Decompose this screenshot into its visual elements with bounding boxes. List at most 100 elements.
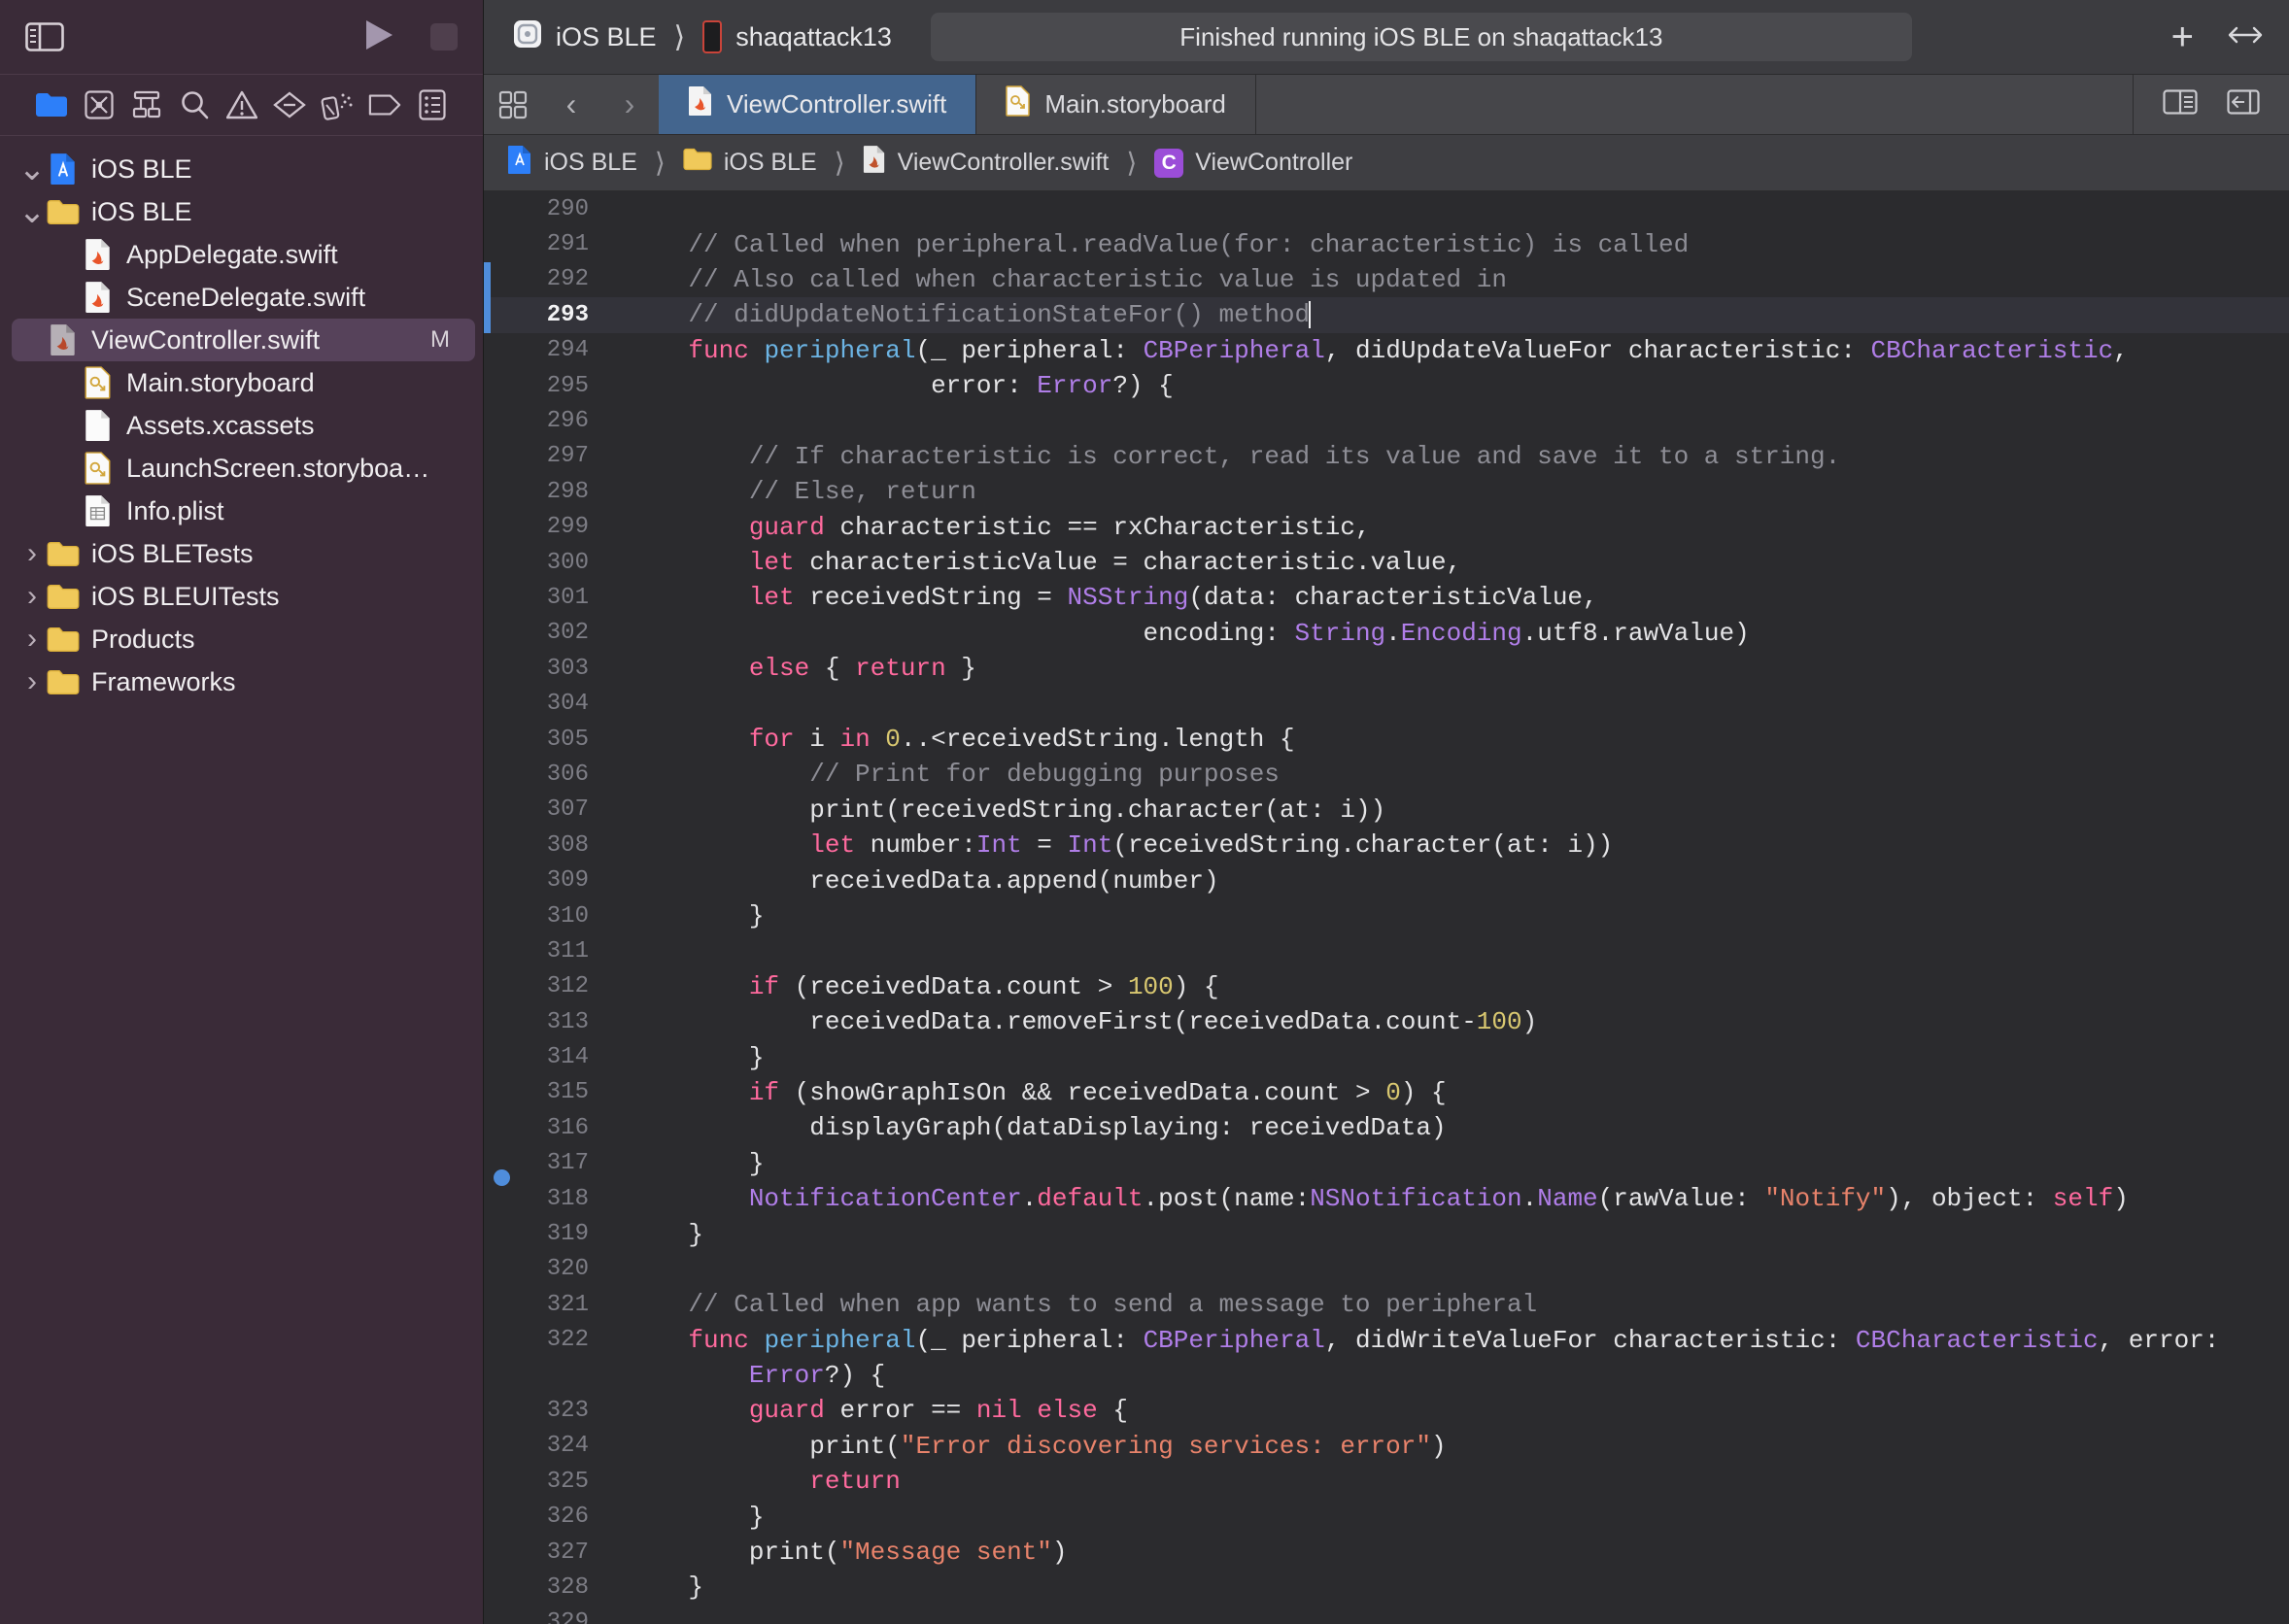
editor-layout-icon[interactable] bbox=[2227, 22, 2264, 52]
navigator-row[interactable]: Assets.xcassets bbox=[0, 404, 483, 447]
breadcrumb[interactable]: iOS BLE ⟩ iOS BLE ⟩ ViewController.swift… bbox=[484, 135, 2289, 191]
code-line[interactable]: 301 let receivedString = NSString(data: … bbox=[484, 580, 2289, 615]
assistant-editor-icon[interactable] bbox=[2163, 88, 2198, 120]
code-line-text: if (receivedData.count > 100) { bbox=[748, 971, 1219, 1001]
code-line[interactable]: 322 func peripheral(_ peripheral: CBPeri… bbox=[484, 1323, 2289, 1358]
code-line[interactable]: 298 // Else, return bbox=[484, 474, 2289, 509]
code-line[interactable]: 307 print(receivedString.character(at: i… bbox=[484, 793, 2289, 828]
code-line[interactable]: 291 // Called when peripheral.readValue(… bbox=[484, 226, 2289, 261]
tab-grid-icon[interactable] bbox=[484, 75, 542, 134]
breadcrumb-item-1[interactable]: iOS BLE bbox=[724, 149, 817, 177]
search-icon[interactable] bbox=[178, 88, 211, 121]
chevron-down-icon[interactable]: ⌄ bbox=[17, 152, 47, 186]
code-line[interactable]: 305 for i in 0..<receivedString.length { bbox=[484, 722, 2289, 757]
line-number: 323 bbox=[546, 1397, 589, 1424]
tab-viewcontroller-swift[interactable]: ViewController.swift bbox=[659, 75, 977, 134]
line-number: 327 bbox=[546, 1539, 589, 1566]
code-line[interactable]: 306 // Print for debugging purposes bbox=[484, 757, 2289, 792]
project-navigator-tree[interactable]: ⌄ iOS BLE ⌄ iOS BLE AppDelegate.swift SceneDe… bbox=[0, 136, 483, 1624]
chevron-right-icon[interactable]: › bbox=[17, 623, 47, 656]
chevron-right-icon[interactable]: › bbox=[600, 75, 659, 134]
code-line[interactable]: 327 print("Message sent") bbox=[484, 1535, 2289, 1570]
code-editor[interactable]: 290 291 // Called when peripheral.readVal… bbox=[484, 191, 2289, 1624]
code-line[interactable]: 316 displayGraph(dataDisplaying: receive… bbox=[484, 1110, 2289, 1145]
source-control-icon[interactable] bbox=[83, 88, 116, 121]
code-line[interactable]: 302 encoding: String.Encoding.utf8.rawVa… bbox=[484, 616, 2289, 651]
code-line[interactable]: Error?) { bbox=[484, 1358, 2289, 1393]
navigator-row[interactable]: SceneDelegate.swift bbox=[0, 276, 483, 319]
chevron-right-icon[interactable]: › bbox=[17, 665, 47, 698]
stop-square-icon[interactable] bbox=[430, 23, 458, 51]
code-line[interactable]: 296 bbox=[484, 403, 2289, 438]
line-number: 312 bbox=[546, 973, 589, 1000]
navigator-row[interactable]: Info.plist bbox=[0, 490, 483, 532]
code-line[interactable]: 320 bbox=[484, 1252, 2289, 1287]
code-line[interactable]: 318 NotificationCenter.default.post(name… bbox=[484, 1181, 2289, 1216]
code-line-text: func peripheral(_ peripheral: CBPeripher… bbox=[688, 335, 2129, 365]
breadcrumb-item-0[interactable]: iOS BLE bbox=[544, 149, 637, 177]
plus-icon[interactable]: + bbox=[2171, 17, 2194, 56]
breadcrumb-swift-file-icon bbox=[863, 145, 886, 181]
tag-icon[interactable] bbox=[368, 88, 401, 121]
code-line[interactable]: 308 let number:Int = Int(receivedString.… bbox=[484, 828, 2289, 863]
navigator-row[interactable]: ⌄ iOS BLE bbox=[0, 148, 483, 190]
navigator-row[interactable]: › Frameworks bbox=[0, 660, 483, 703]
code-line[interactable]: 326 } bbox=[484, 1499, 2289, 1534]
navigator-row[interactable]: Main.storyboard bbox=[0, 361, 483, 404]
navigator-row[interactable]: LaunchScreen.storyboa… bbox=[0, 447, 483, 490]
hierarchy-icon[interactable] bbox=[130, 88, 163, 121]
code-line[interactable]: 310 } bbox=[484, 898, 2289, 933]
navigator-row[interactable]: › Products bbox=[0, 618, 483, 660]
code-line[interactable]: 323 guard error == nil else { bbox=[484, 1393, 2289, 1428]
status-bar[interactable]: Finished running iOS BLE on shaqattack13 bbox=[930, 13, 1912, 61]
code-line[interactable]: 303 else { return } bbox=[484, 651, 2289, 686]
diamond-minus-icon[interactable] bbox=[272, 88, 306, 121]
navigator-row[interactable]: › iOS BLEUITests bbox=[0, 575, 483, 618]
code-line[interactable]: 317 } bbox=[484, 1146, 2289, 1181]
chevron-left-icon[interactable]: ‹ bbox=[542, 75, 600, 134]
navigator-row[interactable]: AppDelegate.swift bbox=[0, 233, 483, 276]
code-line[interactable]: 304 bbox=[484, 686, 2289, 721]
chevron-down-icon[interactable]: ⌄ bbox=[17, 195, 47, 228]
code-line[interactable]: 319 } bbox=[484, 1216, 2289, 1251]
tab-main-storyboard[interactable]: Main.storyboard bbox=[976, 75, 1256, 134]
warning-triangle-icon[interactable] bbox=[225, 88, 258, 121]
code-line[interactable]: 315 if (showGraphIsOn && receivedData.co… bbox=[484, 1075, 2289, 1110]
code-line[interactable]: 294 func peripheral(_ peripheral: CBPeri… bbox=[484, 333, 2289, 368]
code-line[interactable]: 314 } bbox=[484, 1039, 2289, 1074]
breadcrumb-item-3[interactable]: ViewController bbox=[1195, 149, 1352, 177]
code-line[interactable]: 290 bbox=[484, 191, 2289, 226]
breadcrumb-item-2[interactable]: ViewController.swift bbox=[898, 149, 1110, 177]
code-line[interactable]: 313 receivedData.removeFirst(receivedDat… bbox=[484, 1004, 2289, 1039]
inspector-toggle-icon[interactable] bbox=[2227, 88, 2260, 120]
report-list-icon[interactable] bbox=[416, 88, 449, 121]
code-line[interactable]: 325 return bbox=[484, 1464, 2289, 1499]
code-lines[interactable]: 290 291 // Called when peripheral.readVal… bbox=[484, 191, 2289, 1624]
code-line[interactable]: 292 // Also called when characteristic v… bbox=[484, 262, 2289, 297]
code-line[interactable]: 295 error: Error?) { bbox=[484, 368, 2289, 403]
code-line[interactable]: 324 print("Error discovering services: e… bbox=[484, 1429, 2289, 1464]
code-line[interactable]: 329 bbox=[484, 1606, 2289, 1624]
sidebar-item-folder-icon[interactable] bbox=[35, 88, 68, 121]
code-line[interactable]: 297 // If characteristic is correct, rea… bbox=[484, 439, 2289, 474]
code-line[interactable]: 311 bbox=[484, 933, 2289, 968]
code-line[interactable]: 309 receivedData.append(number) bbox=[484, 863, 2289, 897]
line-number: 314 bbox=[546, 1044, 589, 1071]
code-line[interactable]: 299 guard characteristic == rxCharacteri… bbox=[484, 510, 2289, 545]
code-line[interactable]: 293 // didUpdateNotificationStateFor() m… bbox=[484, 297, 2289, 333]
spray-can-icon[interactable] bbox=[321, 88, 354, 121]
code-line[interactable]: 312 if (receivedData.count > 100) { bbox=[484, 969, 2289, 1004]
sidebar-toggle-icon[interactable] bbox=[25, 21, 64, 52]
code-line[interactable]: 300 let characteristicValue = characteri… bbox=[484, 545, 2289, 580]
code-line[interactable]: 328 } bbox=[484, 1570, 2289, 1605]
run-play-icon[interactable] bbox=[362, 17, 395, 57]
modified-badge: M bbox=[430, 326, 450, 353]
scheme-selector[interactable]: iOS BLE ⟩ shaqattack13 bbox=[513, 19, 892, 55]
navigator-row[interactable]: ⌄ iOS BLE bbox=[0, 190, 483, 233]
code-line[interactable]: 321 // Called when app wants to send a m… bbox=[484, 1287, 2289, 1322]
chevron-right-icon[interactable]: › bbox=[17, 580, 47, 613]
navigator-row[interactable]: ViewController.swift M bbox=[12, 319, 475, 361]
chevron-right-icon[interactable]: › bbox=[17, 537, 47, 570]
code-line-text: let number:Int = Int(receivedString.char… bbox=[809, 830, 1614, 861]
navigator-row[interactable]: › iOS BLETests bbox=[0, 532, 483, 575]
